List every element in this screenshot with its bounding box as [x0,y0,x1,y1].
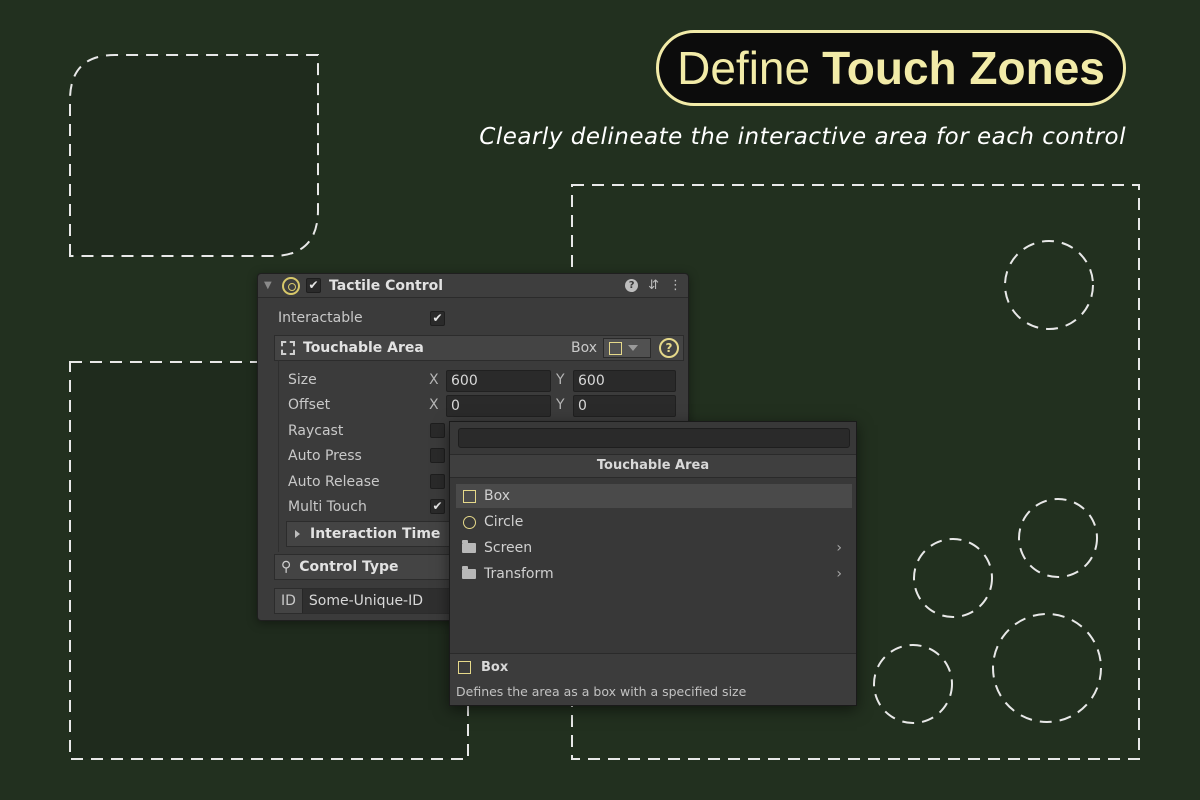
component-enabled-checkbox[interactable]: ✔ [306,278,321,293]
circle-icon [462,515,476,529]
subheadline: Clearly delineate the interactive area f… [479,124,1126,150]
offset-x-label: X [429,397,439,413]
size-y-label: Y [556,372,565,388]
popup-item-box[interactable]: Box [456,484,852,508]
footer-description: Defines the area as a box with a specifi… [456,684,747,699]
square-icon [458,661,471,674]
size-y-field[interactable]: 600 [573,370,676,392]
shape-dropdown-popup: Touchable Area Box Circle Screen › Trans… [449,421,857,706]
fingerprint-icon [282,276,300,295]
dashed-circle-mid-left [913,538,993,618]
shape-value: Box [570,340,597,356]
popup-description-footer: Box Defines the area as a box with a spe… [450,653,856,705]
popup-item-label: Box [484,488,511,504]
multi-touch-checkbox[interactable]: ✔ [430,499,445,514]
footer-title: Box [458,660,508,675]
size-x-field[interactable]: 600 [446,370,551,392]
popup-item-label: Screen [484,540,533,556]
control-type-section[interactable]: ⚲ Control Type [274,554,454,580]
component-header[interactable]: ▼ ✔ Tactile Control ? ⇵ ⋮ [258,274,688,298]
dashed-zone-top-left [69,54,319,257]
footer-title-label: Box [481,660,509,675]
id-row: ID Some-Unique-ID [274,588,454,614]
size-label: Size [288,372,317,388]
folder-icon [462,540,476,553]
component-title: Tactile Control [329,277,444,294]
popup-item-transform[interactable]: Transform › [456,562,852,586]
popup-search-input[interactable] [458,428,850,448]
auto-release-label: Auto Release [288,474,380,490]
headline-bold: Touch Zones [822,42,1105,94]
touchable-area-help-button[interactable]: ? [659,338,679,358]
raycast-checkbox[interactable] [430,423,445,438]
dashed-circle-mid-right [1018,498,1098,578]
interactable-checkbox[interactable]: ✔ [430,310,445,326]
square-icon [609,341,622,355]
popup-item-label: Transform [484,566,554,582]
interaction-time-foldout[interactable]: Interaction Time [286,521,476,547]
interaction-time-label: Interaction Time [310,526,441,542]
offset-x-field[interactable]: 0 [446,395,551,417]
raycast-label: Raycast [288,423,344,439]
joystick-icon: ⚲ [281,559,292,575]
preset-icon[interactable]: ⇵ [648,278,659,293]
interactable-label: Interactable [278,310,363,326]
dashed-circle-top-right [1004,240,1094,330]
headline-pill: Define Touch Zones [656,30,1126,106]
chevron-right-icon: › [836,540,842,556]
control-type-title: Control Type [299,559,399,575]
square-icon [462,489,476,503]
size-x-label: X [429,372,439,388]
popup-header: Touchable Area [450,454,856,478]
folder-icon [462,566,476,579]
more-icon[interactable]: ⋮ [669,278,682,293]
help-icon[interactable]: ? [625,279,639,292]
chevron-right-icon [295,530,300,538]
offset-y-field[interactable]: 0 [573,395,676,417]
auto-press-checkbox[interactable] [430,448,445,463]
headline-regular: Define [677,42,811,94]
dashed-circle-bottom-left [873,644,953,724]
chevron-down-icon [628,345,638,351]
auto-press-label: Auto Press [288,448,362,464]
offset-y-label: Y [556,397,565,413]
multi-touch-label: Multi Touch [288,499,367,515]
shape-dropdown[interactable] [603,338,651,358]
popup-item-screen[interactable]: Screen › [456,536,852,560]
dashed-circle-bottom-right [992,613,1102,723]
offset-label: Offset [288,397,331,413]
id-label: ID [281,593,296,609]
touchable-area-icon [281,341,295,355]
chevron-right-icon: › [836,566,842,582]
popup-item-label: Circle [484,514,524,530]
interactable-row: Interactable ✔ [258,306,688,330]
touchable-area-section[interactable]: Touchable Area Box ? [274,335,684,361]
collapse-arrow-icon[interactable]: ▼ [264,280,278,291]
popup-item-circle[interactable]: Circle [456,510,852,534]
auto-release-checkbox[interactable] [430,474,445,489]
id-field[interactable]: Some-Unique-ID [301,589,453,613]
